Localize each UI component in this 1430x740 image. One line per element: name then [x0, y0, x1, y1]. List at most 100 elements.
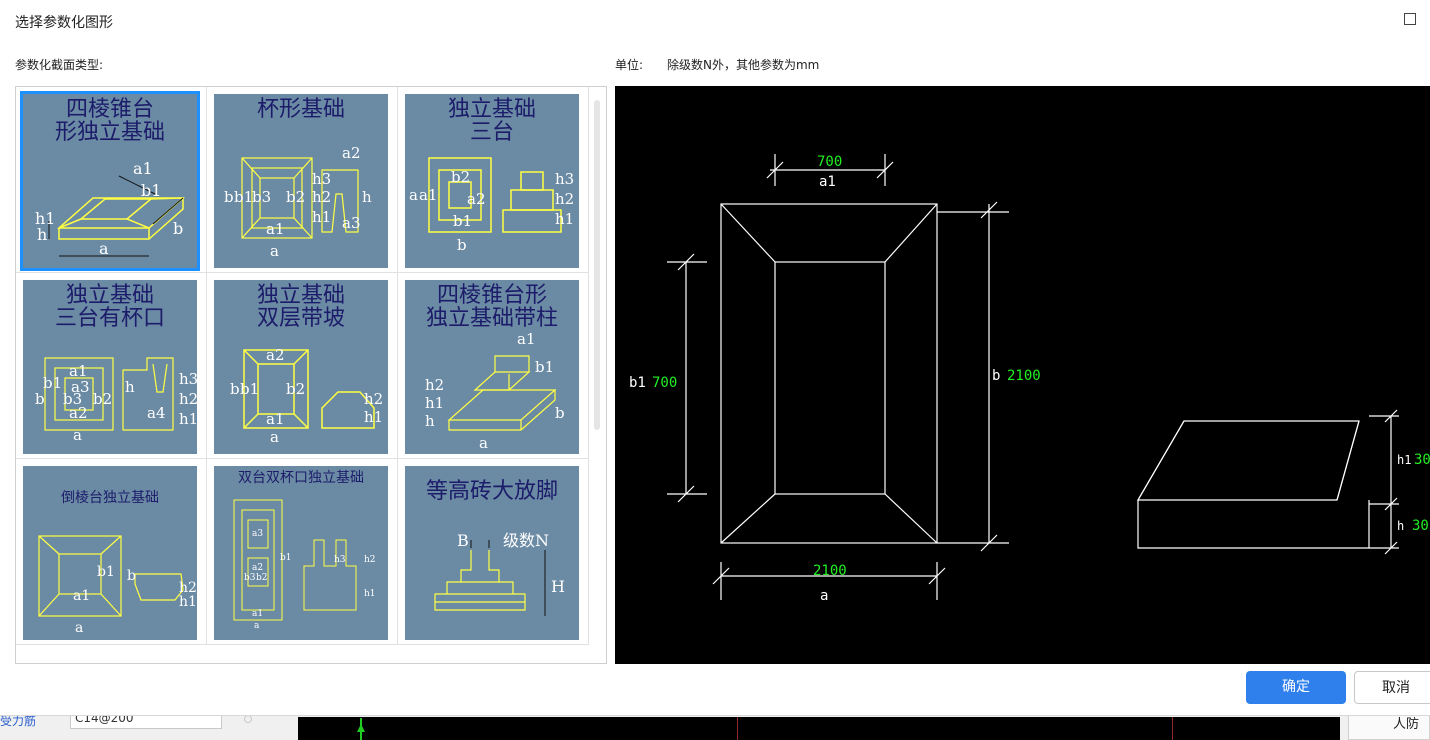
dim-name-b: b	[992, 368, 1000, 384]
dimension-label: a3	[252, 529, 263, 539]
shape-item-brick-footing[interactable]: 等高砖大放脚 B 级数N H	[398, 459, 589, 645]
shape-item-pyramid-foundation-with-column[interactable]: 四棱锥台形 独立基础带柱 a1 b1 h2 h1 h a b	[398, 273, 589, 459]
dimension-label: h2	[312, 188, 331, 206]
shape-item-inverted-frustum-foundation[interactable]: 倒棱台独立基础 b1 a1 a b h2 h1	[16, 459, 207, 645]
shape-thumbnail: 独立基础 三台 a a1 b2 a2 b1 b h3 h2 h1	[405, 94, 579, 268]
dim-value-b: 2100	[1007, 368, 1041, 384]
dimension-label: a2	[266, 346, 285, 364]
shape-item-double-slope-foundation[interactable]: 独立基础 双层带坡 a2 b b1 b2 a1 a h2 h1	[207, 273, 398, 459]
dimension-label: a	[270, 242, 279, 260]
dimension-label: b2	[286, 380, 305, 398]
dimension-label: a3	[342, 214, 361, 232]
dimension-label: h1	[179, 594, 197, 610]
dimension-label: h1	[179, 410, 197, 428]
shape-preview-canvas: 700 a1 b1 700 b 2100 2100 a h1 30 h 30	[615, 86, 1430, 664]
dim-name-b1: b1	[629, 375, 646, 391]
dimension-label: 级数N	[503, 531, 549, 550]
dimension-label: b	[35, 390, 45, 408]
dimension-label: b1	[234, 188, 253, 206]
dimension-label: b3	[244, 573, 256, 583]
dim-name-h: h	[1397, 519, 1404, 533]
dim-name-h1: h1	[1397, 453, 1411, 467]
dimension-label: h	[125, 378, 135, 396]
dimension-label: a	[73, 426, 82, 444]
shape-thumbnail: 等高砖大放脚 B 级数N H	[405, 466, 579, 640]
confirm-button[interactable]: 确定	[1246, 671, 1346, 704]
gallery-scrollbar[interactable]	[594, 100, 600, 430]
dim-name-a1: a1	[819, 174, 836, 190]
dimension-label: h	[37, 225, 47, 244]
dimension-label: a1	[419, 186, 438, 204]
shape-thumbnail: 双台双杯口独立基础 a3 a2 b3 b2 a1 a b1 h3 h2 h1	[214, 466, 388, 640]
dimension-label: a2	[69, 404, 88, 422]
three-step-cup-foundation-diagram: a1 a3 b1 b3 b2 b a2 a h a4 h3 h2 h1	[35, 357, 197, 444]
dimension-label: h1	[364, 408, 383, 426]
dim-value-h: 30	[1412, 518, 1429, 534]
dimension-label: h1	[555, 210, 574, 228]
dimension-label: a	[99, 239, 109, 258]
dimension-label: b2	[256, 573, 268, 583]
dimension-label: a1	[266, 220, 285, 238]
dimension-label: h2	[555, 190, 574, 208]
dimension-label: h2	[364, 390, 383, 408]
maximize-icon[interactable]	[1404, 13, 1416, 25]
shape-item-three-step-foundation[interactable]: 独立基础 三台 a a1 b2 a2 b1 b h3 h2 h1	[398, 87, 589, 273]
dimension-label: h3	[334, 555, 346, 565]
background-cad-canvas[interactable]	[298, 717, 1340, 740]
dimension-label: h2	[425, 376, 444, 394]
dialog-title: 选择参数化图形	[15, 15, 113, 31]
dimension-label: h	[362, 188, 372, 206]
dimension-label: b	[230, 380, 240, 398]
shape-thumbnail: 四棱锥台形 独立基础带柱 a1 b1 h2 h1 h a b	[405, 280, 579, 454]
dimension-label: b1	[280, 553, 292, 563]
shape-thumbnail: 倒棱台独立基础 b1 a1 a b h2 h1	[23, 466, 197, 640]
shape-thumbnail: 独立基础 双层带坡 a2 b b1 b2 a1 a h2 h1	[214, 280, 388, 454]
dimension-label: a1	[266, 410, 285, 428]
dimension-label: b2	[286, 188, 305, 206]
dimension-label: a	[75, 620, 83, 636]
shape-item-three-step-cup-foundation[interactable]: 独立基础 三台有杯口 a1 a3 b1 b3 b2 b a2 a h a4 h3…	[16, 273, 207, 459]
dim-value-a: 2100	[813, 563, 847, 579]
dimension-label: a1	[73, 588, 90, 604]
dimension-label: a1	[133, 159, 153, 178]
background-grid-line	[737, 717, 738, 740]
dimension-label: h3	[312, 170, 331, 188]
three-step-foundation-diagram: a a1 b2 a2 b1 b h3 h2 h1	[409, 157, 574, 254]
background-side-panel-label: 人防	[1348, 712, 1430, 740]
background-radio-icon[interactable]	[244, 715, 252, 723]
shape-gallery: 四棱锥台 形独立基础 a1 b1 h1 h a b 杯形基础 a2 h3 h2 …	[15, 86, 607, 664]
dimension-label: h3	[179, 370, 197, 388]
shape-item-pyramid-foundation[interactable]: 四棱锥台 形独立基础 a1 b1 h1 h a b	[16, 87, 207, 273]
shape-item-double-cup-foundation[interactable]: 双台双杯口独立基础 a3 a2 b3 b2 a1 a b1 h3 h2 h1	[207, 459, 398, 645]
preview-drawing: 700 a1 b1 700 b 2100 2100 a h1 30 h 30	[629, 154, 1430, 604]
dimension-label: b1	[240, 380, 259, 398]
brick-footing-diagram: B 级数N H	[434, 531, 565, 616]
dimension-label: h1	[425, 394, 444, 412]
cancel-button[interactable]: 取消	[1354, 671, 1430, 704]
inverted-frustum-foundation-diagram: b1 a1 a b h2 h1	[38, 535, 197, 636]
dim-value-h1: 30	[1414, 452, 1430, 468]
dim-name-a: a	[820, 588, 828, 604]
dimension-label: h3	[555, 170, 574, 188]
shape-item-cup-foundation[interactable]: 杯形基础 a2 h3 h2 h1 h a3 b b1 b3 b2 a1 a	[207, 87, 398, 273]
dimension-label: H	[551, 577, 565, 596]
dimension-label: h1	[312, 208, 331, 226]
axis-cursor-icon	[357, 718, 365, 740]
dim-value-a1: 700	[817, 154, 842, 170]
dimension-label: h1	[364, 589, 376, 599]
dimension-label: a2	[342, 144, 361, 162]
dimension-label: a2	[252, 563, 263, 573]
select-parametric-shape-dialog: 选择参数化图形 参数化截面类型: 单位: 除级数N外，其他参数为mm 四棱锥台 …	[0, 0, 1430, 716]
dimension-label: a1	[517, 330, 536, 348]
dimension-label: B	[457, 531, 469, 550]
dimension-label: b3	[252, 188, 271, 206]
dimension-label: b1	[97, 564, 115, 580]
dimension-label: a4	[147, 404, 166, 422]
dimension-label: b	[555, 404, 565, 422]
dimension-label: b2	[451, 168, 470, 186]
dimension-label: b1	[43, 374, 62, 392]
unit-description: 除级数N外，其他参数为mm	[667, 58, 820, 72]
dimension-label: b2	[93, 390, 112, 408]
background-grid-line	[1172, 717, 1173, 740]
cup-foundation-diagram: a2 h3 h2 h1 h a3 b b1 b3 b2 a1 a	[224, 144, 372, 260]
